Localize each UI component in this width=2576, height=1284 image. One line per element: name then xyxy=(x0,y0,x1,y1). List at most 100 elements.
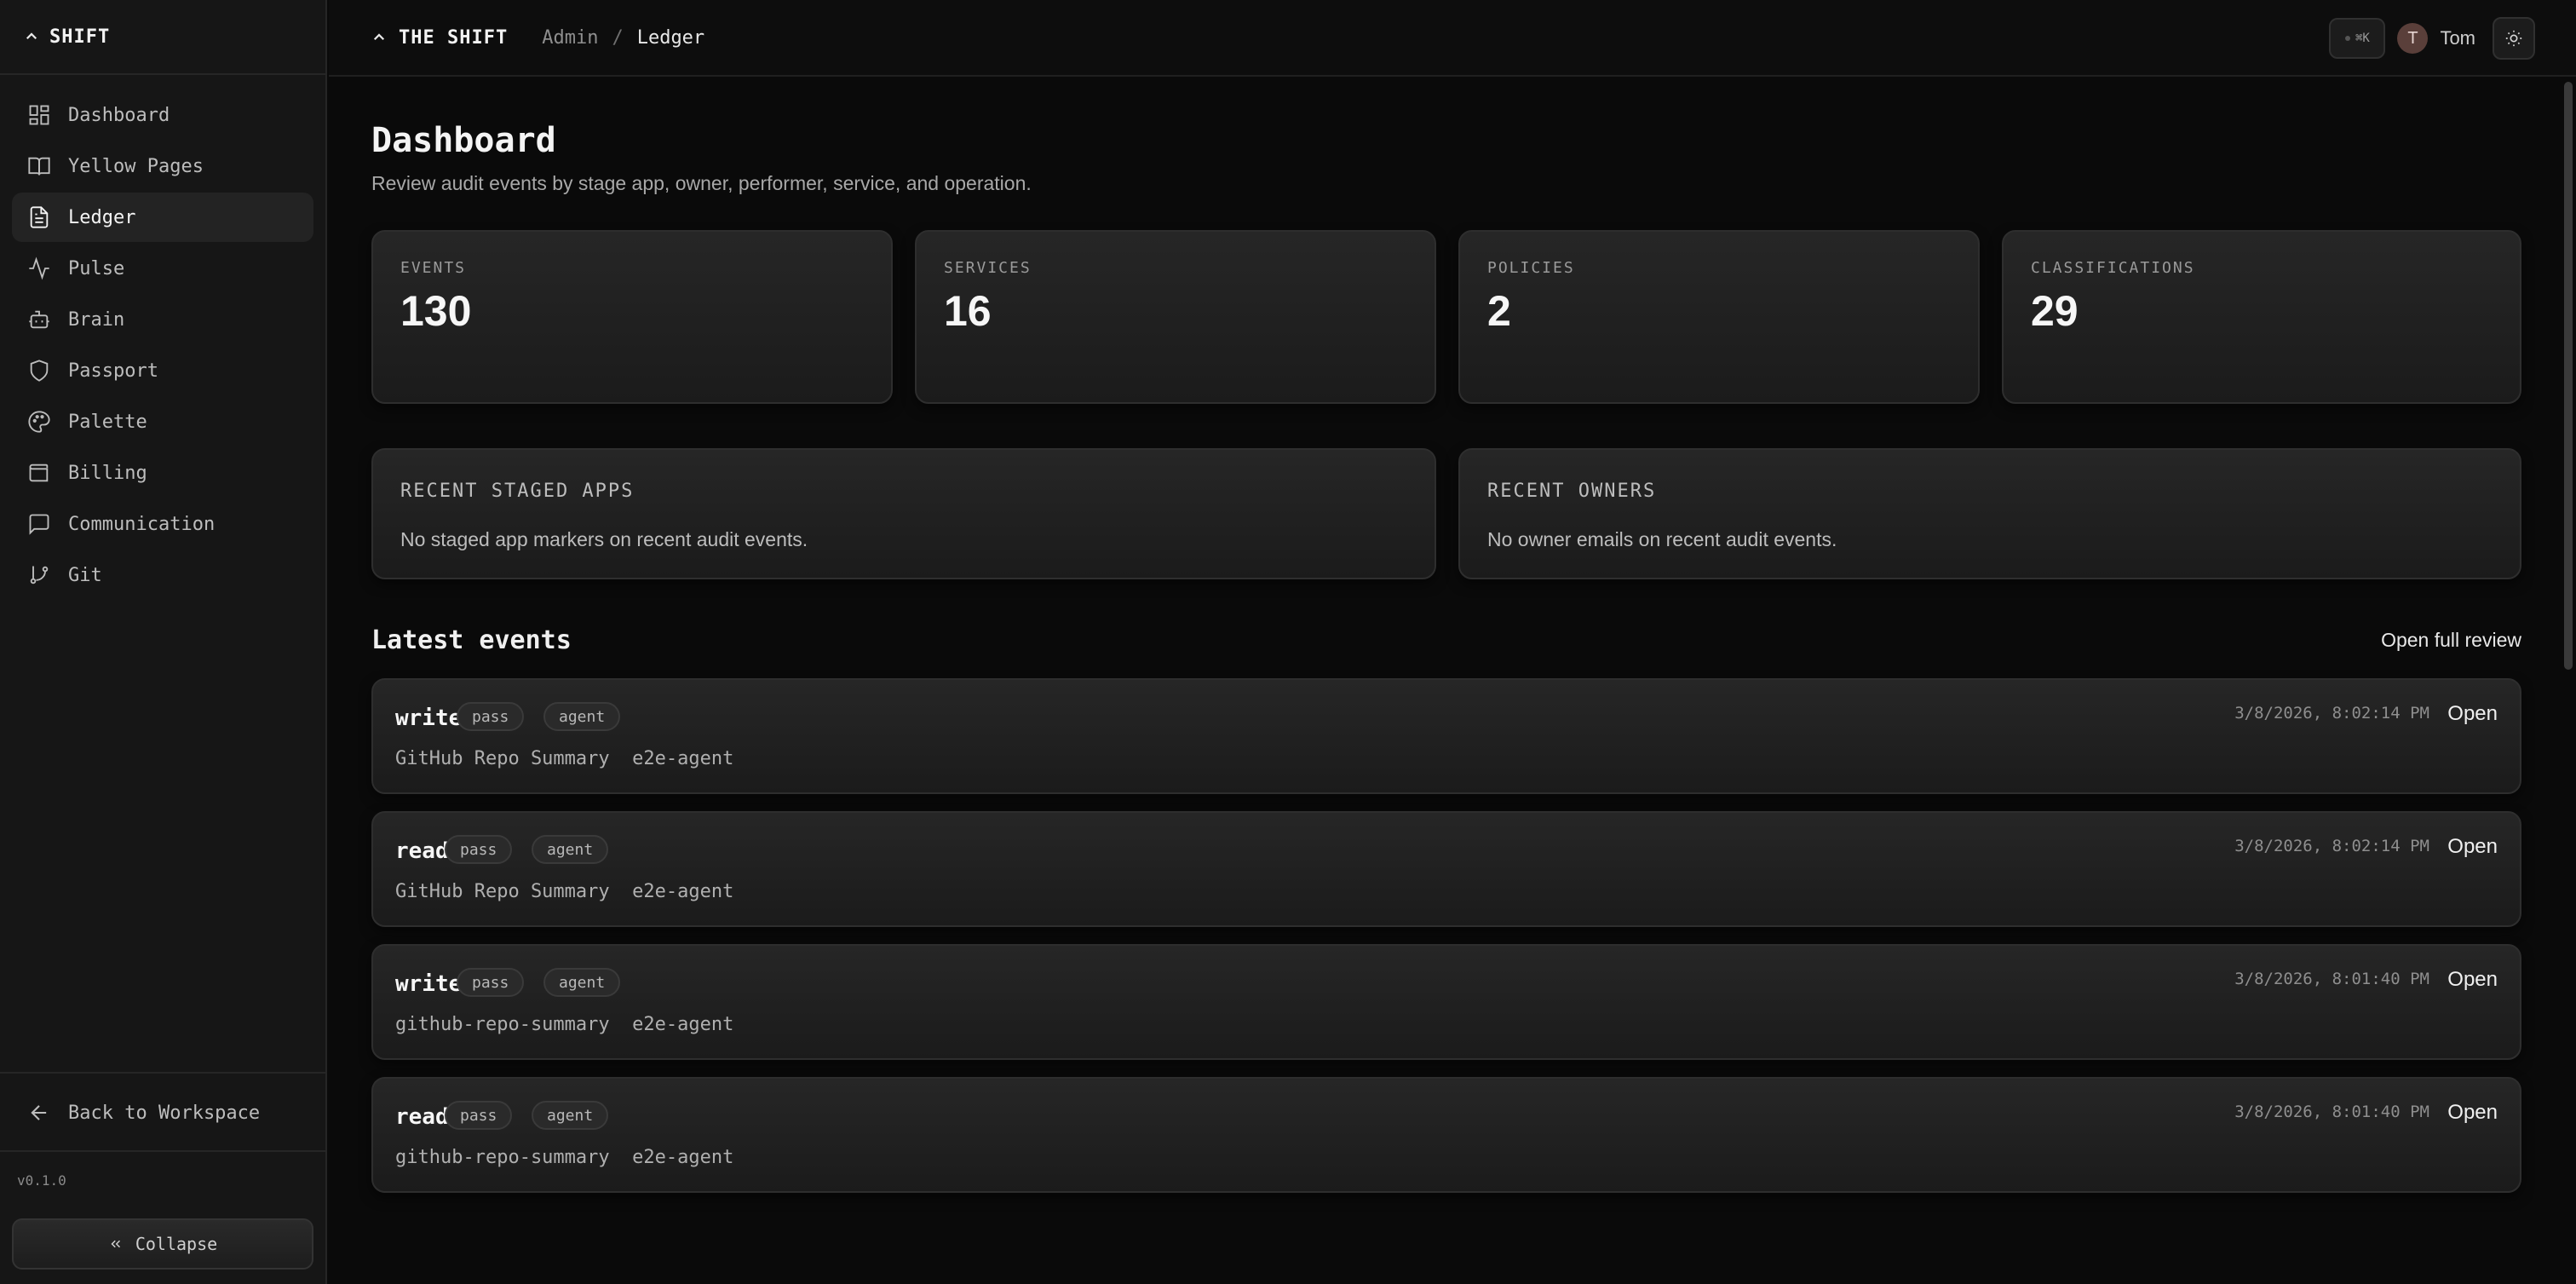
stat-value: 2 xyxy=(1487,287,1511,335)
actor-badge: agent xyxy=(532,1101,609,1130)
sidebar-item-palette[interactable]: Palette xyxy=(12,397,313,446)
event-open-link[interactable]: Open xyxy=(2447,968,2498,992)
sidebar-item-passport[interactable]: Passport xyxy=(12,346,313,395)
sidebar-item-communication[interactable]: Communication xyxy=(12,499,313,549)
book-icon xyxy=(28,157,50,176)
stat-value: 29 xyxy=(2031,287,2079,335)
sidebar-item-label: Passport xyxy=(68,360,158,382)
panel-title: RECENT STAGED APPS xyxy=(400,481,635,502)
sidebar-item-label: Dashboard xyxy=(68,104,170,126)
event-meta: GitHub Repo Summary e2e-agent xyxy=(395,748,734,769)
event-meta: github-repo-summary e2e-agent xyxy=(395,1147,734,1168)
sidebar-item-label: Ledger xyxy=(68,206,136,228)
event-row[interactable]: read pass agent GitHub Repo Summary e2e-… xyxy=(371,811,2521,927)
sidebar-item-brain[interactable]: Brain xyxy=(12,295,313,344)
event-row[interactable]: write pass agent github-repo-summary e2e… xyxy=(371,944,2521,1060)
top-bar: THE SHIFT Admin / Ledger ⌘K T Tom xyxy=(329,0,2576,77)
collapse-button[interactable]: Collapse xyxy=(12,1218,313,1270)
event-row[interactable]: read pass agent github-repo-summary e2e-… xyxy=(371,1077,2521,1193)
actor-badge: agent xyxy=(543,702,621,731)
page-title: Dashboard xyxy=(371,121,556,160)
top-actions: ⌘K T Tom xyxy=(2329,17,2535,60)
stat-card-classifications: CLASSIFICATIONS 29 xyxy=(2002,230,2521,404)
stat-card-events: EVENTS 130 xyxy=(371,230,893,404)
status-badge: pass xyxy=(457,968,525,997)
sidebar-divider xyxy=(0,1072,325,1074)
event-row[interactable]: write pass agent GitHub Repo Summary e2e… xyxy=(371,678,2521,794)
stat-label: CLASSIFICATIONS xyxy=(2031,259,2195,277)
version-label: v0.1.0 xyxy=(17,1172,66,1189)
arrow-left-icon xyxy=(31,1105,47,1120)
stat-value: 130 xyxy=(400,287,472,335)
stat-label: SERVICES xyxy=(944,259,1032,277)
event-operation: read xyxy=(395,1104,449,1130)
panel-empty-text: No staged app markers on recent audit ev… xyxy=(400,528,808,550)
actor-badge: agent xyxy=(532,835,609,864)
bot-icon xyxy=(29,310,49,329)
stat-card-policies: POLICIES 2 xyxy=(1458,230,1980,404)
theme-toggle-button[interactable] xyxy=(2493,17,2535,60)
sidebar-divider xyxy=(0,1150,325,1152)
status-badge: pass xyxy=(445,835,513,864)
event-operation: write xyxy=(395,705,463,731)
breadcrumb-current: Ledger xyxy=(636,26,705,49)
back-to-workspace-label: Back to Workspace xyxy=(68,1102,261,1124)
shield-icon xyxy=(30,360,49,382)
git-branch-icon xyxy=(30,566,49,584)
actor-badge: agent xyxy=(543,968,621,997)
sidebar-brand[interactable]: SHIFT xyxy=(0,0,325,75)
event-timestamp: 3/8/2026, 8:01:40 PM xyxy=(2234,1103,2429,1121)
sidebar-item-label: Pulse xyxy=(68,257,125,279)
sidebar-item-dashboard[interactable]: Dashboard xyxy=(12,90,313,140)
panel-title: RECENT OWNERS xyxy=(1487,481,1657,502)
recent-owners-panel: RECENT OWNERS No owner emails on recent … xyxy=(1458,448,2521,579)
status-badge: pass xyxy=(457,702,525,731)
status-badge: pass xyxy=(445,1101,513,1130)
sidebar-nav: Dashboard Yellow Pages Ledger Pulse Brai… xyxy=(0,75,325,600)
chevrons-left-icon xyxy=(111,1240,120,1248)
sidebar-item-yellow-pages[interactable]: Yellow Pages xyxy=(12,141,313,191)
dashboard-icon xyxy=(29,105,49,125)
sidebar-item-label: Brain xyxy=(68,308,125,331)
command-palette-button[interactable]: ⌘K xyxy=(2329,18,2386,59)
chevron-up-icon xyxy=(26,32,37,40)
chevron-up-icon xyxy=(373,33,385,41)
collapse-label: Collapse xyxy=(135,1234,218,1254)
stat-value: 16 xyxy=(944,287,992,335)
sidebar-item-pulse[interactable]: Pulse xyxy=(12,244,313,293)
top-brand[interactable]: THE SHIFT xyxy=(371,27,508,49)
wallet-icon xyxy=(29,464,49,482)
sidebar-item-label: Palette xyxy=(68,411,147,433)
avatar[interactable]: T xyxy=(2397,23,2429,54)
breadcrumb-admin[interactable]: Admin xyxy=(542,27,598,49)
sidebar-item-git[interactable]: Git xyxy=(12,550,313,600)
scrollbar[interactable] xyxy=(2564,82,2573,670)
event-open-link[interactable]: Open xyxy=(2447,835,2498,859)
dot-icon xyxy=(2345,36,2350,41)
sidebar-item-label: Yellow Pages xyxy=(68,155,204,177)
back-to-workspace-link[interactable]: Back to Workspace xyxy=(12,1088,313,1137)
event-timestamp: 3/8/2026, 8:02:14 PM xyxy=(2234,837,2429,855)
sidebar-item-label: Communication xyxy=(68,513,216,535)
event-operation: write xyxy=(395,971,463,997)
palette-icon xyxy=(28,411,50,433)
pulse-icon xyxy=(29,256,49,280)
sidebar-item-billing[interactable]: Billing xyxy=(12,448,313,498)
sidebar-item-ledger[interactable]: Ledger xyxy=(12,193,313,242)
shortcut-label: ⌘K xyxy=(2355,32,2370,45)
breadcrumb: Admin / Ledger xyxy=(542,27,704,49)
open-full-review-link[interactable]: Open full review xyxy=(2381,629,2521,652)
event-operation: read xyxy=(395,838,449,864)
user-name[interactable]: Tom xyxy=(2440,27,2475,49)
stat-label: EVENTS xyxy=(400,259,467,277)
sidebar: SHIFT Dashboard Yellow Pages Ledger Puls… xyxy=(0,0,327,1284)
panel-empty-text: No owner emails on recent audit events. xyxy=(1487,528,1837,550)
event-meta: GitHub Repo Summary e2e-agent xyxy=(395,881,734,902)
event-open-link[interactable]: Open xyxy=(2447,702,2498,726)
page-subtitle: Review audit events by stage app, owner,… xyxy=(371,172,1032,194)
message-icon xyxy=(29,514,49,535)
event-timestamp: 3/8/2026, 8:02:14 PM xyxy=(2234,704,2429,723)
event-open-link[interactable]: Open xyxy=(2447,1101,2498,1125)
latest-events-title: Latest events xyxy=(371,625,572,655)
event-timestamp: 3/8/2026, 8:01:40 PM xyxy=(2234,970,2429,988)
